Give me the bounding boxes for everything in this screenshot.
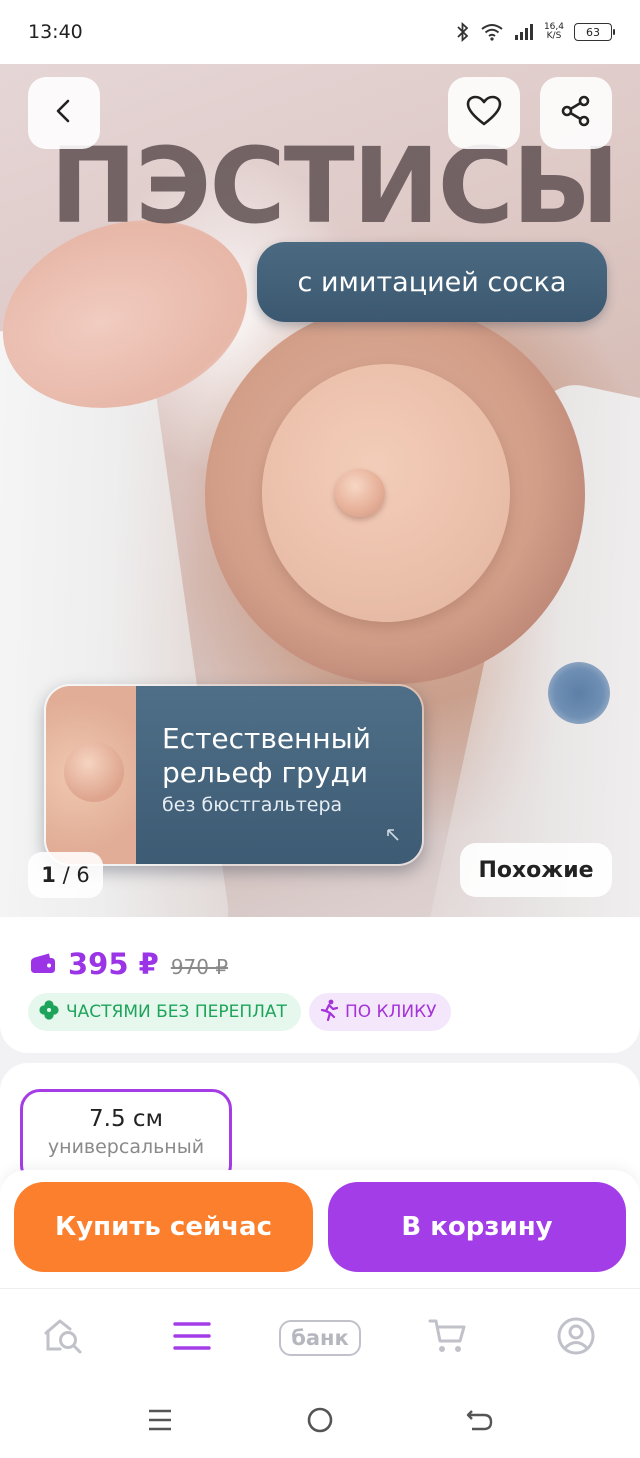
running-person-icon xyxy=(319,999,339,1026)
image-counter: 1 / 6 xyxy=(28,852,103,898)
profile-icon xyxy=(556,1316,596,1360)
wifi-icon xyxy=(480,23,504,41)
feature-card-subtext: без бюстгальтера xyxy=(162,794,343,816)
system-back-button[interactable] xyxy=(450,1392,510,1452)
add-to-cart-button[interactable]: В корзину xyxy=(328,1182,626,1272)
system-menu-button[interactable] xyxy=(130,1392,190,1452)
menu-icon xyxy=(172,1320,212,1356)
app-root: 13:40 16,4 K/S 63 ПЭСТИСЫ с имитацией со… xyxy=(0,0,640,1458)
system-home-button[interactable] xyxy=(290,1392,350,1452)
bluetooth-icon xyxy=(456,22,470,42)
nav-profile[interactable] xyxy=(528,1308,624,1368)
feature-card-body: Естественный рельеф груди без бюстгальте… xyxy=(136,686,422,864)
recents-icon xyxy=(147,1408,173,1436)
circle-home-icon xyxy=(306,1406,334,1438)
feature-card-heading-line1: Естественный xyxy=(162,722,371,755)
bank-label: банк xyxy=(279,1319,361,1356)
system-nav-bar xyxy=(0,1386,640,1458)
feature-card-thumbnail xyxy=(46,686,136,864)
status-bar: 13:40 16,4 K/S 63 xyxy=(0,0,640,64)
wallet-icon xyxy=(30,952,56,978)
bottom-nav: банк xyxy=(0,1288,640,1386)
pastie-nipple-shape xyxy=(335,469,385,517)
price-current: 395 ₽ xyxy=(68,947,159,981)
nav-cart[interactable] xyxy=(400,1308,496,1368)
image-title: ПЭСТИСЫ xyxy=(50,125,620,247)
one-click-badge[interactable]: ПО КЛИКУ xyxy=(308,993,451,1031)
similar-button[interactable]: Похожие xyxy=(460,843,612,897)
nav-catalog[interactable] xyxy=(144,1308,240,1368)
nav-home[interactable] xyxy=(16,1308,112,1368)
favorite-button[interactable] xyxy=(448,77,520,149)
share-icon xyxy=(560,95,592,131)
back-arrow-icon xyxy=(466,1407,494,1437)
feature-card-heading-line2: рельеф груди xyxy=(162,756,369,789)
pastie-patch-shape xyxy=(262,364,510,622)
status-time: 13:40 xyxy=(28,21,83,43)
battery-icon: 63 xyxy=(574,23,615,41)
status-icons: 16,4 K/S 63 xyxy=(456,22,615,42)
action-bar: Купить сейчас В корзину xyxy=(0,1170,640,1288)
buy-now-button[interactable]: Купить сейчас xyxy=(14,1182,313,1272)
size-option-subtext: универсальный xyxy=(47,1136,205,1158)
network-speed: 16,4 K/S xyxy=(544,23,564,41)
image-feature-card: Естественный рельеф груди без бюстгальте… xyxy=(44,684,424,866)
clover-icon xyxy=(38,999,60,1026)
image-counter-total: / 6 xyxy=(62,863,90,887)
image-pill-caption: с имитацией соска xyxy=(257,242,607,322)
badge-row: ЧАСТЯМИ БЕЗ ПЕРЕПЛАТ ПО КЛИКУ xyxy=(28,993,451,1031)
network-speed-unit: K/S xyxy=(546,31,562,41)
size-option-value: 7.5 см xyxy=(89,1106,163,1132)
share-button[interactable] xyxy=(540,77,612,149)
product-image-carousel[interactable]: ПЭСТИСЫ с имитацией соска Естественный р… xyxy=(0,64,640,917)
home-search-icon xyxy=(42,1316,86,1360)
price-old: 970 ₽ xyxy=(170,955,229,979)
image-counter-current: 1 xyxy=(41,863,56,887)
feature-card-heading: Естественный рельеф груди xyxy=(162,722,422,790)
back-button[interactable] xyxy=(28,77,100,149)
installments-badge-label: ЧАСТЯМИ БЕЗ ПЕРЕПЛАТ xyxy=(66,1002,287,1022)
signal-icon xyxy=(514,23,534,41)
one-click-badge-label: ПО КЛИКУ xyxy=(344,1002,437,1022)
price-row: 395 ₽ 970 ₽ xyxy=(30,947,228,981)
floating-assistant-button[interactable] xyxy=(548,662,610,724)
heart-icon xyxy=(466,95,502,131)
installments-badge[interactable]: ЧАСТЯМИ БЕЗ ПЕРЕПЛАТ xyxy=(28,993,301,1031)
chevron-left-icon xyxy=(51,98,77,128)
price-card: 395 ₽ 970 ₽ ЧАСТЯМИ БЕЗ ПЕРЕПЛАТ ПО КЛИК… xyxy=(0,917,640,1053)
arrow-diagonal-icon xyxy=(386,827,400,846)
cart-icon xyxy=(428,1317,468,1359)
nav-bank[interactable]: банк xyxy=(272,1308,368,1368)
